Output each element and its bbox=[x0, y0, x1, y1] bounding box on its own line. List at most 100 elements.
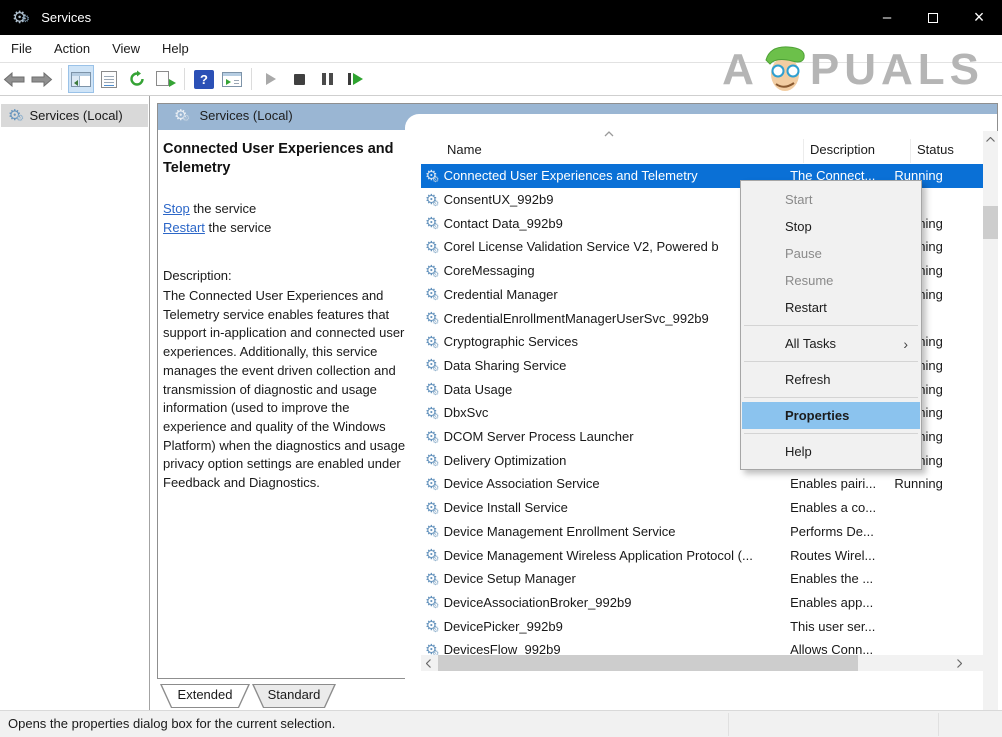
table-row[interactable]: ⚙ DevicePicker_992b9 This user ser... bbox=[421, 614, 983, 638]
toolbar-separator bbox=[251, 68, 252, 90]
service-gear-icon: ⚙ bbox=[425, 572, 438, 586]
service-name-cell: DevicePicker_992b9 bbox=[444, 619, 791, 634]
table-row[interactable]: ⚙ Device Association Service Enables pai… bbox=[421, 472, 983, 496]
restart-icon bbox=[348, 73, 363, 85]
service-description-cell: Enables app... bbox=[790, 595, 894, 610]
context-menu-item-properties[interactable]: Properties bbox=[742, 402, 920, 429]
services-window: ⚙ Services – × File Action View Help bbox=[0, 0, 1002, 737]
service-description-cell: Routes Wirel... bbox=[790, 548, 894, 563]
vertical-scroll-thumb[interactable] bbox=[983, 206, 998, 239]
menu-file[interactable]: File bbox=[0, 35, 43, 62]
service-description-cell: Enables a co... bbox=[790, 500, 894, 515]
title-bar: ⚙ Services – × bbox=[0, 0, 1002, 35]
context-menu-item-start[interactable]: Start bbox=[741, 186, 921, 213]
service-gear-icon: ⚙ bbox=[425, 548, 438, 562]
column-header-status[interactable]: Status bbox=[917, 142, 954, 157]
window-controls: – × bbox=[864, 0, 1002, 35]
refresh-button[interactable] bbox=[124, 65, 150, 93]
service-name-cell: Device Management Wireless Application P… bbox=[444, 548, 791, 563]
service-gear-icon: ⚙ bbox=[425, 406, 438, 420]
console-tree-toggle-button[interactable] bbox=[68, 65, 94, 93]
pause-service-button[interactable] bbox=[314, 65, 340, 93]
menu-action[interactable]: Action bbox=[43, 35, 101, 62]
statusbar-separator bbox=[728, 713, 729, 736]
toolbar-separator bbox=[61, 68, 62, 90]
maximize-button[interactable] bbox=[910, 0, 956, 35]
service-description-cell: Enables the ... bbox=[790, 571, 894, 586]
tree-item-services-local[interactable]: ⚙ Services (Local) bbox=[1, 104, 148, 127]
stop-service-link[interactable]: Stop bbox=[163, 201, 190, 216]
forward-button[interactable] bbox=[29, 65, 55, 93]
back-arrow-icon bbox=[3, 72, 25, 87]
refresh-icon bbox=[128, 70, 146, 88]
column-header-name[interactable]: Name bbox=[447, 142, 482, 157]
context-menu-item-pause[interactable]: Pause bbox=[741, 240, 921, 267]
properties-doc-icon bbox=[101, 71, 117, 88]
context-menu-item-restart[interactable]: Restart bbox=[741, 294, 921, 321]
properties-toolbar-button[interactable] bbox=[96, 65, 122, 93]
context-menu-separator bbox=[744, 361, 918, 362]
context-menu-item-stop[interactable]: Stop bbox=[741, 213, 921, 240]
service-name-cell: Delivery Optimization bbox=[444, 453, 791, 468]
console-tree-icon bbox=[71, 72, 91, 87]
context-menu-item-help[interactable]: Help bbox=[741, 438, 921, 465]
close-button[interactable]: × bbox=[956, 0, 1002, 35]
description-label: Description: bbox=[163, 268, 232, 283]
table-row[interactable]: ⚙ DeviceAssociationBroker_992b9 Enables … bbox=[421, 591, 983, 615]
console-tree-panel: ⚙ Services (Local) bbox=[0, 96, 150, 710]
scroll-up-arrow-icon[interactable] bbox=[983, 131, 998, 147]
context-menu-item-all-tasks[interactable]: All Tasks› bbox=[741, 330, 921, 357]
stop-service-button[interactable] bbox=[286, 65, 312, 93]
tab-extended[interactable]: Extended bbox=[160, 684, 250, 708]
service-description-cell: Enables pairi... bbox=[790, 476, 894, 491]
service-name-cell: Device Install Service bbox=[444, 500, 791, 515]
restart-service-link[interactable]: Restart bbox=[163, 220, 205, 235]
column-separator[interactable] bbox=[910, 139, 911, 163]
service-name-cell: Corel License Validation Service V2, Pow… bbox=[444, 239, 791, 254]
tab-standard[interactable]: Standard bbox=[252, 684, 336, 708]
view-tabs: Extended Standard bbox=[0, 683, 851, 710]
help-button[interactable]: ? bbox=[191, 65, 217, 93]
context-menu-item-label: Refresh bbox=[785, 372, 831, 387]
service-name-cell: DeviceAssociationBroker_992b9 bbox=[444, 595, 791, 610]
scroll-right-arrow-icon[interactable] bbox=[952, 655, 967, 671]
service-gear-icon: ⚙ bbox=[425, 619, 438, 633]
scroll-left-arrow-icon[interactable] bbox=[421, 655, 436, 671]
status-bar: Opens the properties dialog box for the … bbox=[0, 710, 1002, 737]
column-header-description[interactable]: Description bbox=[810, 142, 875, 157]
table-row[interactable]: ⚙ Device Management Enrollment Service P… bbox=[421, 520, 983, 544]
maximize-icon bbox=[928, 13, 938, 23]
service-gear-icon: ⚙ bbox=[425, 595, 438, 609]
submenu-arrow-icon: › bbox=[903, 336, 908, 352]
back-button[interactable] bbox=[1, 65, 27, 93]
extended-view-title: Services (Local) bbox=[199, 108, 292, 123]
service-name-cell: Credential Manager bbox=[444, 287, 791, 302]
table-row[interactable]: ⚙ Device Management Wireless Application… bbox=[421, 543, 983, 567]
restart-service-button[interactable] bbox=[342, 65, 368, 93]
context-menu-separator bbox=[744, 397, 918, 398]
menu-bar: File Action View Help bbox=[0, 35, 1002, 63]
statusbar-separator bbox=[938, 713, 939, 736]
minimize-button[interactable]: – bbox=[864, 0, 910, 35]
status-text: Opens the properties dialog box for the … bbox=[8, 716, 335, 731]
service-gear-icon: ⚙ bbox=[425, 193, 438, 207]
menu-view[interactable]: View bbox=[101, 35, 151, 62]
horizontal-scroll-thumb[interactable] bbox=[438, 655, 858, 671]
stop-line-suffix: the service bbox=[190, 201, 256, 216]
action-pane-toggle-button[interactable] bbox=[219, 65, 245, 93]
horizontal-scrollbar[interactable] bbox=[421, 655, 983, 671]
vertical-scrollbar[interactable] bbox=[983, 131, 998, 737]
table-row[interactable]: ⚙ Device Setup Manager Enables the ... bbox=[421, 567, 983, 591]
menu-help[interactable]: Help bbox=[151, 35, 200, 62]
tab-standard-label: Standard bbox=[268, 687, 321, 702]
service-gear-icon: ⚙ bbox=[425, 524, 438, 538]
table-row[interactable]: ⚙ Device Install Service Enables a co... bbox=[421, 496, 983, 520]
export-list-button[interactable] bbox=[152, 65, 178, 93]
service-gear-icon: ⚙ bbox=[425, 501, 438, 515]
sort-ascending-icon bbox=[604, 131, 614, 137]
service-name-cell: Cryptographic Services bbox=[444, 334, 791, 349]
context-menu-item-resume[interactable]: Resume bbox=[741, 267, 921, 294]
context-menu-item-refresh[interactable]: Refresh bbox=[741, 366, 921, 393]
start-service-button[interactable] bbox=[258, 65, 284, 93]
column-separator[interactable] bbox=[803, 139, 804, 163]
